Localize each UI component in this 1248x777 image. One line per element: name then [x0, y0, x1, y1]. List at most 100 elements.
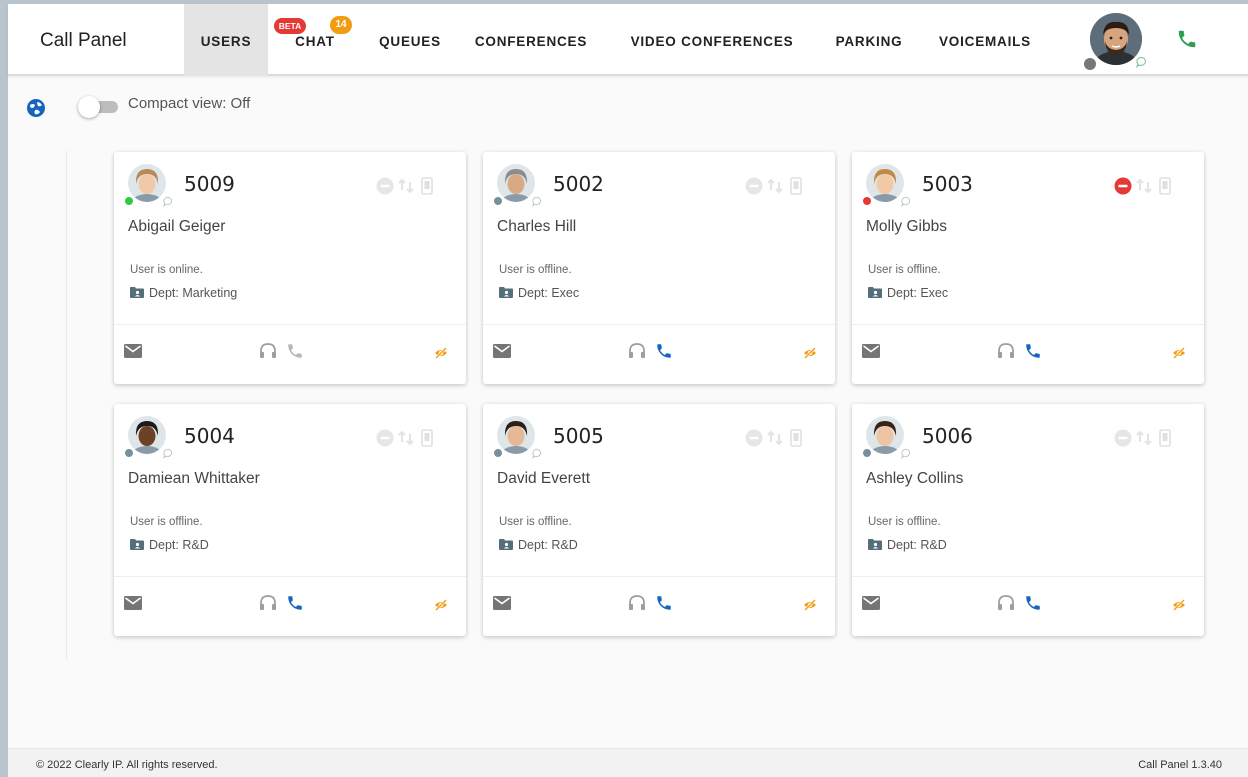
phone-icon[interactable] [1024, 594, 1042, 612]
headset-icon[interactable] [997, 342, 1015, 360]
tab-chat[interactable]: CHAT BETA 14 [274, 4, 352, 76]
dnd-icon [1114, 429, 1132, 447]
eye-off-icon[interactable] [803, 346, 817, 360]
compact-view-toggle[interactable] [78, 96, 120, 118]
tab-queues[interactable]: QUEUES [370, 4, 450, 76]
content-divider [66, 150, 67, 660]
tab-parking[interactable]: PARKING [824, 4, 914, 76]
transfer-icon [398, 178, 414, 194]
phone-icon[interactable] [655, 594, 673, 612]
dnd-icon [745, 429, 763, 447]
user-status-text: User is offline. [868, 516, 941, 528]
department-label: Dept: Exec [887, 286, 949, 300]
user-status-text: User is offline. [868, 264, 941, 276]
tab-chat-label: CHAT [295, 34, 335, 49]
mobile-phone-icon [790, 429, 802, 447]
user-card-5006[interactable]: 5006 Ashley Collins User is offline. Dep… [852, 404, 1204, 636]
headset-icon[interactable] [628, 342, 646, 360]
folder-user-icon [130, 539, 144, 550]
dnd-icon [1114, 177, 1132, 195]
user-card-5004[interactable]: 5004 Damiean Whittaker User is offline. … [114, 404, 466, 636]
user-department: Dept: Exec [868, 286, 948, 300]
transfer-icon [1136, 178, 1152, 194]
mail-icon[interactable] [862, 344, 880, 358]
transfer-icon [1136, 430, 1152, 446]
user-avatar [128, 416, 166, 454]
user-name: Ashley Collins [866, 470, 964, 487]
tab-voicemails[interactable]: VOICEMAILS [928, 4, 1042, 76]
dnd-icon [376, 429, 394, 447]
chat-bubble-icon [532, 448, 542, 459]
user-card-5009[interactable]: 5009 Abigail Geiger User is online. Dept… [114, 152, 466, 384]
user-status-text: User is offline. [130, 516, 203, 528]
presence-status-dot [862, 196, 872, 206]
user-card-5005[interactable]: 5005 David Everett User is offline. Dept… [483, 404, 835, 636]
eye-off-icon[interactable] [803, 598, 817, 612]
presence-status-dot [124, 448, 134, 458]
mail-icon[interactable] [862, 596, 880, 610]
person-portrait-icon [866, 164, 904, 202]
app-title: Call Panel [40, 30, 127, 51]
user-card-5003[interactable]: 5003 Molly Gibbs User is offline. Dept: … [852, 152, 1204, 384]
tab-parking-label: PARKING [835, 34, 903, 49]
eye-off-icon[interactable] [1172, 346, 1186, 360]
person-portrait-icon [866, 416, 904, 454]
call-controls [1114, 177, 1171, 195]
mail-icon[interactable] [493, 596, 511, 610]
tab-users-label: USERS [200, 34, 252, 49]
globe-icon[interactable] [26, 98, 46, 118]
mobile-phone-icon [421, 177, 433, 195]
user-card-5002[interactable]: 5002 Charles Hill User is offline. Dept:… [483, 152, 835, 384]
chat-bubble-icon [901, 448, 911, 459]
user-department: Dept: Exec [499, 286, 579, 300]
user-name: Charles Hill [497, 218, 577, 235]
tab-queues-label: QUEUES [379, 34, 441, 49]
tab-conferences[interactable]: CONFERENCES [468, 4, 594, 76]
extension-number: 5006 [922, 424, 973, 448]
tab-video-conferences[interactable]: VIDEO CONFERENCES [620, 4, 804, 76]
version-text: Call Panel 1.3.40 [1138, 759, 1222, 771]
user-status-text: User is online. [130, 264, 203, 276]
eye-off-icon[interactable] [434, 598, 448, 612]
extension-number: 5009 [184, 172, 235, 196]
current-user-avatar[interactable] [1090, 13, 1142, 65]
tab-users[interactable]: USERS [184, 4, 268, 76]
phone-icon[interactable] [1024, 342, 1042, 360]
presence-status-dot [493, 196, 503, 206]
headset-icon[interactable] [259, 342, 277, 360]
presence-status-dot [862, 448, 872, 458]
chat-bubble-icon [1136, 56, 1146, 68]
phone-icon[interactable] [655, 342, 673, 360]
user-department: Dept: R&D [499, 538, 578, 552]
phone-icon[interactable] [286, 342, 304, 360]
user-department: Dept: R&D [868, 538, 947, 552]
mail-icon[interactable] [493, 344, 511, 358]
card-divider [114, 576, 466, 577]
card-divider [483, 324, 835, 325]
phone-icon[interactable] [1176, 28, 1198, 50]
compact-view-label: Compact view: Off [128, 95, 251, 112]
folder-user-icon [499, 539, 513, 550]
mail-icon[interactable] [124, 344, 142, 358]
department-label: Dept: R&D [887, 538, 947, 552]
transfer-icon [767, 430, 783, 446]
headset-icon[interactable] [628, 594, 646, 612]
person-portrait-icon [497, 416, 535, 454]
extension-number: 5002 [553, 172, 604, 196]
eye-off-icon[interactable] [434, 346, 448, 360]
chat-bubble-icon [163, 448, 173, 459]
person-portrait-icon [128, 416, 166, 454]
user-status-text: User is offline. [499, 264, 572, 276]
phone-icon[interactable] [286, 594, 304, 612]
footer: © 2022 Clearly IP. All rights reserved. … [8, 748, 1248, 777]
mail-icon[interactable] [124, 596, 142, 610]
eye-off-icon[interactable] [1172, 598, 1186, 612]
current-user-status-dot [1084, 58, 1096, 70]
headset-icon[interactable] [997, 594, 1015, 612]
user-department: Dept: R&D [130, 538, 209, 552]
call-controls [745, 429, 802, 447]
headset-icon[interactable] [259, 594, 277, 612]
dnd-icon [745, 177, 763, 195]
department-label: Dept: R&D [149, 538, 209, 552]
folder-user-icon [499, 287, 513, 298]
